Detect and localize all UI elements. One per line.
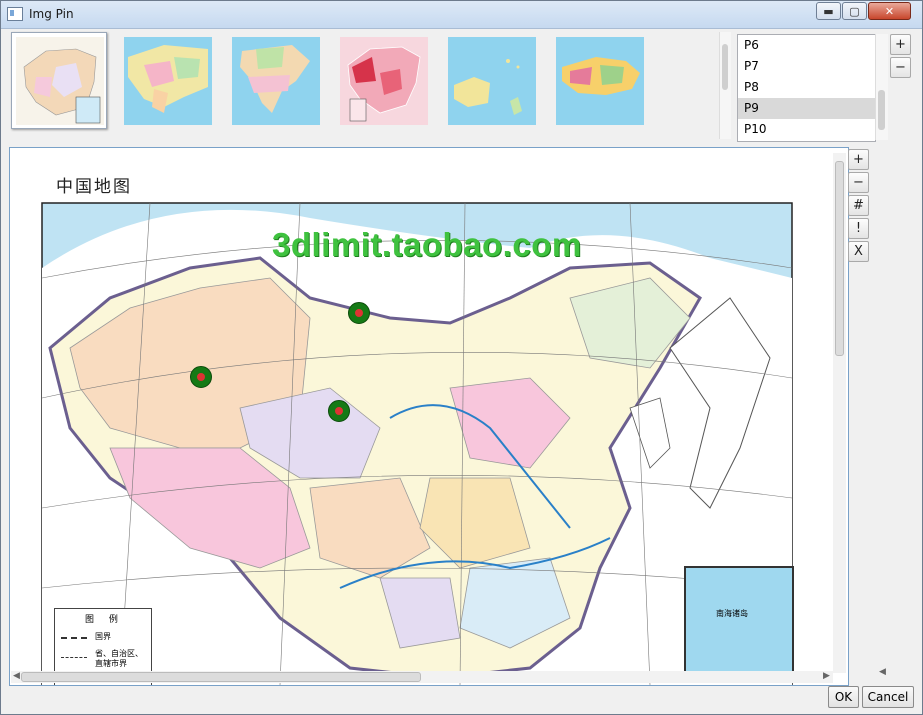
clear-button[interactable]: X bbox=[848, 241, 869, 262]
thumbnail-scroll-thumb[interactable] bbox=[722, 44, 728, 90]
legend-province-symbol bbox=[61, 657, 87, 658]
thumbnail-north-america-map[interactable] bbox=[227, 32, 323, 129]
legend-item: 省、自治区、直辖市界 bbox=[95, 649, 143, 668]
image-vertical-scroll-thumb[interactable] bbox=[835, 161, 844, 356]
info-button[interactable]: ! bbox=[848, 218, 869, 239]
zoom-out-button[interactable]: − bbox=[848, 172, 869, 193]
remove-pin-button[interactable]: − bbox=[890, 57, 911, 78]
app-window: Img Pin ▬ ▢ ✕ P6 P7 P8 P9 P10 + − 中国地图 3… bbox=[0, 0, 923, 715]
legend-item: 国界 bbox=[95, 632, 111, 641]
map-pin[interactable] bbox=[348, 302, 370, 324]
minimize-button[interactable]: ▬ bbox=[816, 2, 841, 20]
pin-list[interactable]: P6 P7 P8 P9 P10 bbox=[737, 34, 876, 142]
add-pin-button[interactable]: + bbox=[890, 34, 911, 55]
south-china-sea-inset: 南海诸岛 bbox=[684, 566, 794, 680]
map-pin[interactable] bbox=[328, 400, 350, 422]
pin-list-item-selected[interactable]: P9 bbox=[738, 98, 875, 119]
pin-list-item[interactable]: P8 bbox=[738, 77, 875, 98]
scroll-left-arrow-icon[interactable]: ◀ bbox=[13, 671, 20, 681]
maximize-button[interactable]: ▢ bbox=[842, 2, 867, 20]
image-horizontal-scroll-thumb[interactable] bbox=[21, 672, 421, 682]
thumbnail-asia-map[interactable] bbox=[119, 32, 215, 129]
scroll-right-arrow-icon[interactable]: ▶ bbox=[823, 671, 830, 681]
panel-scrollbar[interactable]: ◀ bbox=[876, 147, 890, 677]
pin-list-scrollbar[interactable] bbox=[875, 34, 888, 140]
title-bar[interactable]: Img Pin ▬ ▢ ✕ bbox=[1, 1, 922, 29]
cancel-button[interactable]: Cancel bbox=[862, 686, 914, 708]
grid-button[interactable]: # bbox=[848, 195, 869, 216]
pin-list-item[interactable]: P6 bbox=[738, 35, 875, 56]
thumbnail-strip bbox=[9, 32, 719, 135]
thumbnail-china-red-map[interactable] bbox=[335, 32, 431, 129]
thumbnail-china-map[interactable] bbox=[11, 32, 107, 129]
inset-label: 南海诸岛 bbox=[716, 609, 748, 618]
app-icon bbox=[7, 7, 23, 21]
window-title: Img Pin bbox=[29, 7, 74, 21]
close-button[interactable]: ✕ bbox=[868, 2, 911, 20]
ok-button[interactable]: OK bbox=[828, 686, 859, 708]
thumbnail-scrollbar[interactable] bbox=[719, 32, 731, 139]
legend-title: 图 例 bbox=[85, 615, 124, 625]
pin-list-item[interactable]: P10 bbox=[738, 119, 875, 140]
zoom-in-button[interactable]: + bbox=[848, 149, 869, 170]
thumbnail-africa-map[interactable] bbox=[551, 32, 647, 129]
map-pin[interactable] bbox=[190, 366, 212, 388]
watermark-text: 3dlimit.taobao.com bbox=[272, 226, 582, 263]
map-title: 中国地图 bbox=[56, 177, 132, 197]
pin-list-scroll-thumb[interactable] bbox=[878, 90, 885, 130]
legend-border-symbol bbox=[61, 637, 87, 639]
scroll-left-arrow-icon[interactable]: ◀ bbox=[879, 667, 886, 677]
thumbnail-oceania-map[interactable] bbox=[443, 32, 539, 129]
image-view[interactable]: 中国地图 3dlimit.taobao.com 图 例 国界 省、自治区、直辖市… bbox=[9, 147, 849, 686]
pin-list-item[interactable]: P7 bbox=[738, 56, 875, 77]
